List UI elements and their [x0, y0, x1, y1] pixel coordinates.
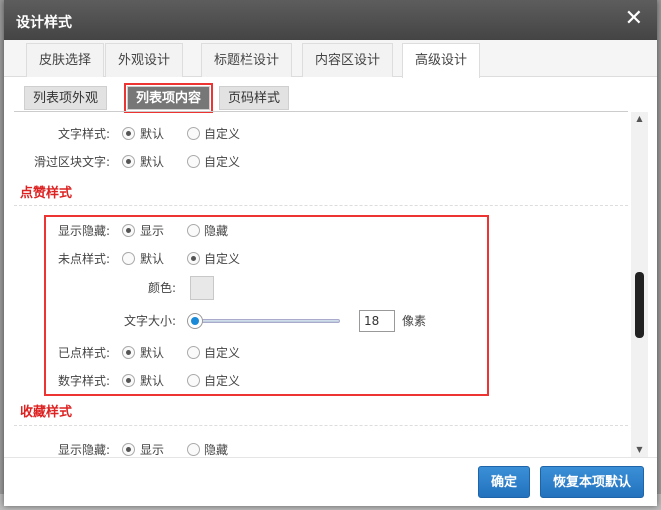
like-clicked-custom-radio[interactable]: [187, 346, 200, 359]
design-style-dialog: 设计样式 ✕ 皮肤选择 外观设计 标题栏设计 内容区设计 高级设计 列表项外观 …: [4, 0, 657, 506]
hover-text-label: 滑过区块文字:: [33, 155, 110, 169]
like-style-divider: [14, 205, 628, 206]
like-color-swatch[interactable]: [190, 276, 214, 300]
hover-text-custom-radio[interactable]: [187, 155, 200, 168]
scrollbar-thumb[interactable]: [635, 272, 644, 338]
scroll-up-icon[interactable]: ▲: [631, 112, 648, 126]
text-style-default-radio[interactable]: [122, 127, 135, 140]
dialog-footer: 确定 恢复本项默认: [4, 457, 657, 506]
like-clicked-default-radio[interactable]: [122, 346, 135, 359]
fav-hide-label: 隐藏: [204, 443, 229, 457]
font-size-slider-track[interactable]: [190, 319, 340, 323]
like-font-size-label: 文字大小:: [123, 314, 176, 328]
tab-advanced[interactable]: 高级设计: [402, 43, 481, 78]
dialog-title: 设计样式: [16, 15, 72, 31]
tab-skin[interactable]: 皮肤选择: [26, 43, 105, 77]
fav-style-title: 收藏样式: [20, 405, 73, 420]
like-unclicked-default-radio[interactable]: [122, 252, 135, 265]
row-text-style: 文字样式: 默认 自定义: [4, 124, 624, 144]
text-style-label: 文字样式:: [57, 127, 110, 141]
hover-text-default-radio[interactable]: [122, 155, 135, 168]
like-style-title: 点赞样式: [20, 186, 73, 201]
like-hide-label: 隐藏: [204, 224, 229, 238]
like-hide-radio[interactable]: [187, 224, 200, 237]
fav-show-radio[interactable]: [122, 443, 135, 456]
like-show-hide-label: 显示隐藏:: [57, 224, 110, 238]
like-number-default-radio[interactable]: [122, 374, 135, 387]
like-number-default-label: 默认: [140, 374, 165, 388]
reset-default-button[interactable]: 恢复本项默认: [540, 466, 645, 498]
like-unclicked-custom-radio[interactable]: [187, 252, 200, 265]
subtab-pager-style[interactable]: 页码样式: [219, 86, 290, 110]
text-style-custom-label: 自定义: [204, 127, 241, 141]
fav-hide-radio[interactable]: [187, 443, 200, 456]
row-like-unclicked: 未点样式: 默认 自定义: [4, 249, 624, 269]
confirm-button[interactable]: 确定: [478, 466, 531, 498]
settings-content: 文字样式: 默认 自定义 滑过区块文字: 默认 自定义 点赞样式 显示隐藏: 显…: [4, 112, 630, 457]
fav-style-divider: [14, 425, 628, 426]
scroll-down-icon[interactable]: ▼: [631, 443, 648, 457]
row-hover-text: 滑过区块文字: 默认 自定义: [4, 152, 624, 172]
dialog-titlebar: 设计样式 ✕: [4, 0, 657, 40]
tab-appearance[interactable]: 外观设计: [105, 43, 184, 77]
like-style-highlight-box: [44, 215, 489, 396]
like-unclicked-custom-label: 自定义: [204, 252, 241, 266]
like-color-label: 颜色:: [147, 281, 176, 295]
like-show-radio[interactable]: [122, 224, 135, 237]
text-style-custom-radio[interactable]: [187, 127, 200, 140]
text-style-default-label: 默认: [140, 127, 165, 141]
fav-show-hide-label: 显示隐藏:: [57, 443, 110, 457]
tab-content-area[interactable]: 内容区设计: [302, 43, 394, 77]
like-unclicked-label: 未点样式:: [57, 252, 110, 266]
font-size-input[interactable]: 18: [359, 310, 395, 332]
row-like-clicked: 已点样式: 默认 自定义: [4, 343, 624, 363]
subtab-list-item-content[interactable]: 列表项内容: [123, 83, 214, 113]
close-icon[interactable]: ✕: [625, 8, 643, 30]
row-like-number: 数字样式: 默认 自定义: [4, 371, 624, 391]
like-unclicked-default-label: 默认: [140, 252, 165, 266]
row-like-font-size: 文字大小: 18 像素: [4, 310, 624, 332]
like-show-label: 显示: [140, 224, 165, 238]
fav-show-label: 显示: [140, 443, 165, 457]
subtab-list-item-appearance[interactable]: 列表项外观: [24, 86, 108, 110]
hover-text-default-label: 默认: [140, 155, 165, 169]
like-number-label: 数字样式:: [57, 374, 110, 388]
row-like-color: 颜色:: [4, 276, 624, 300]
like-clicked-default-label: 默认: [140, 346, 165, 360]
like-clicked-label: 已点样式:: [57, 346, 110, 360]
main-tabs: 皮肤选择 外观设计 标题栏设计 内容区设计 高级设计: [4, 40, 657, 78]
tab-titlebar[interactable]: 标题栏设计: [201, 43, 293, 77]
content-scrollbar[interactable]: ▲ ▼: [631, 112, 648, 457]
font-size-unit: 像素: [402, 314, 427, 328]
like-number-custom-radio[interactable]: [187, 374, 200, 387]
row-like-show-hide: 显示隐藏: 显示 隐藏: [4, 221, 624, 241]
like-number-custom-label: 自定义: [204, 374, 241, 388]
hover-text-custom-label: 自定义: [204, 155, 241, 169]
font-size-slider-thumb[interactable]: [187, 313, 203, 329]
like-clicked-custom-label: 自定义: [204, 346, 241, 360]
row-fav-show-hide: 显示隐藏: 显示 隐藏: [4, 440, 624, 457]
